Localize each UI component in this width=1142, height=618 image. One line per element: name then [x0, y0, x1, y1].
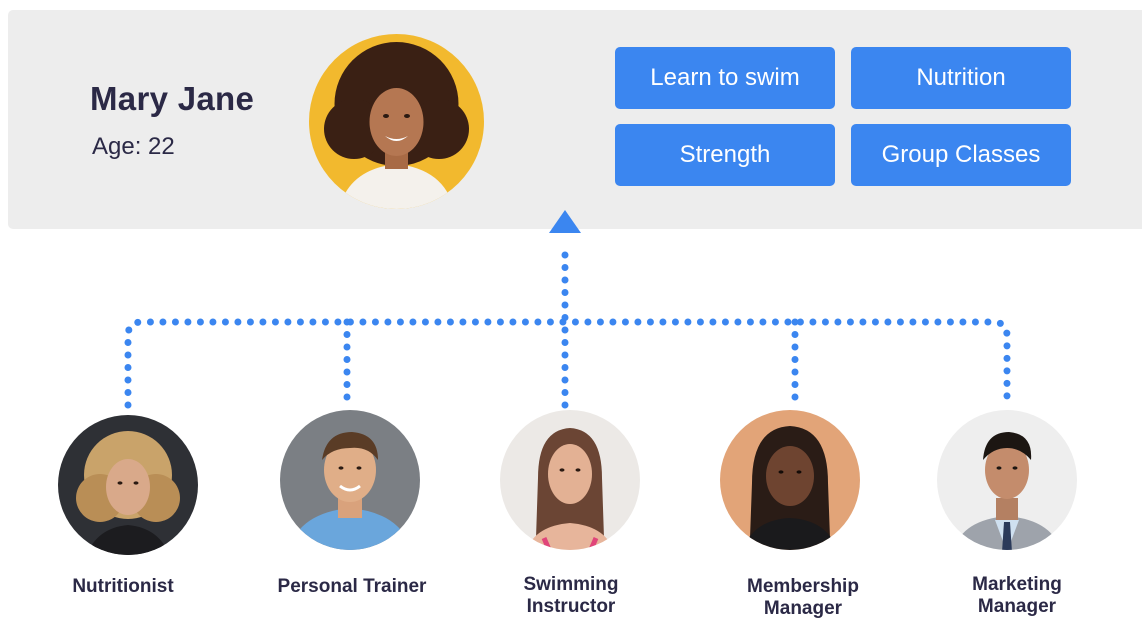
- marketing-manager-avatar: [937, 410, 1077, 550]
- membership-manager-label: Membership Manager: [747, 576, 859, 618]
- interest-learn-to-swim-button[interactable]: Learn to swim: [615, 47, 835, 109]
- org-diagram: Mary Jane Age: 22 Learn to swim Nutritio…: [0, 0, 1142, 618]
- nutritionist-label: Nutritionist: [72, 576, 174, 597]
- swimming-instructor-avatar: [500, 410, 640, 550]
- nutritionist-avatar: [58, 415, 198, 555]
- personal-trainer-label: Personal Trainer: [277, 576, 427, 597]
- profile-card: [8, 10, 1142, 229]
- profile-age: Age: 22: [92, 133, 175, 160]
- profile-avatar: [309, 34, 484, 209]
- interest-strength-button[interactable]: Strength: [615, 124, 835, 186]
- connector-horizontal: [124, 318, 1011, 409]
- profile-name: Mary Jane: [90, 80, 255, 117]
- interest-group-classes-button[interactable]: Group Classes: [851, 124, 1071, 186]
- membership-manager-avatar: [720, 410, 860, 550]
- personal-trainer-avatar: [280, 410, 420, 550]
- interest-nutrition-button[interactable]: Nutrition: [851, 47, 1071, 109]
- swimming-instructor-label: Swimming Instructor: [523, 574, 619, 617]
- marketing-manager-label: Marketing Manager: [972, 574, 1062, 617]
